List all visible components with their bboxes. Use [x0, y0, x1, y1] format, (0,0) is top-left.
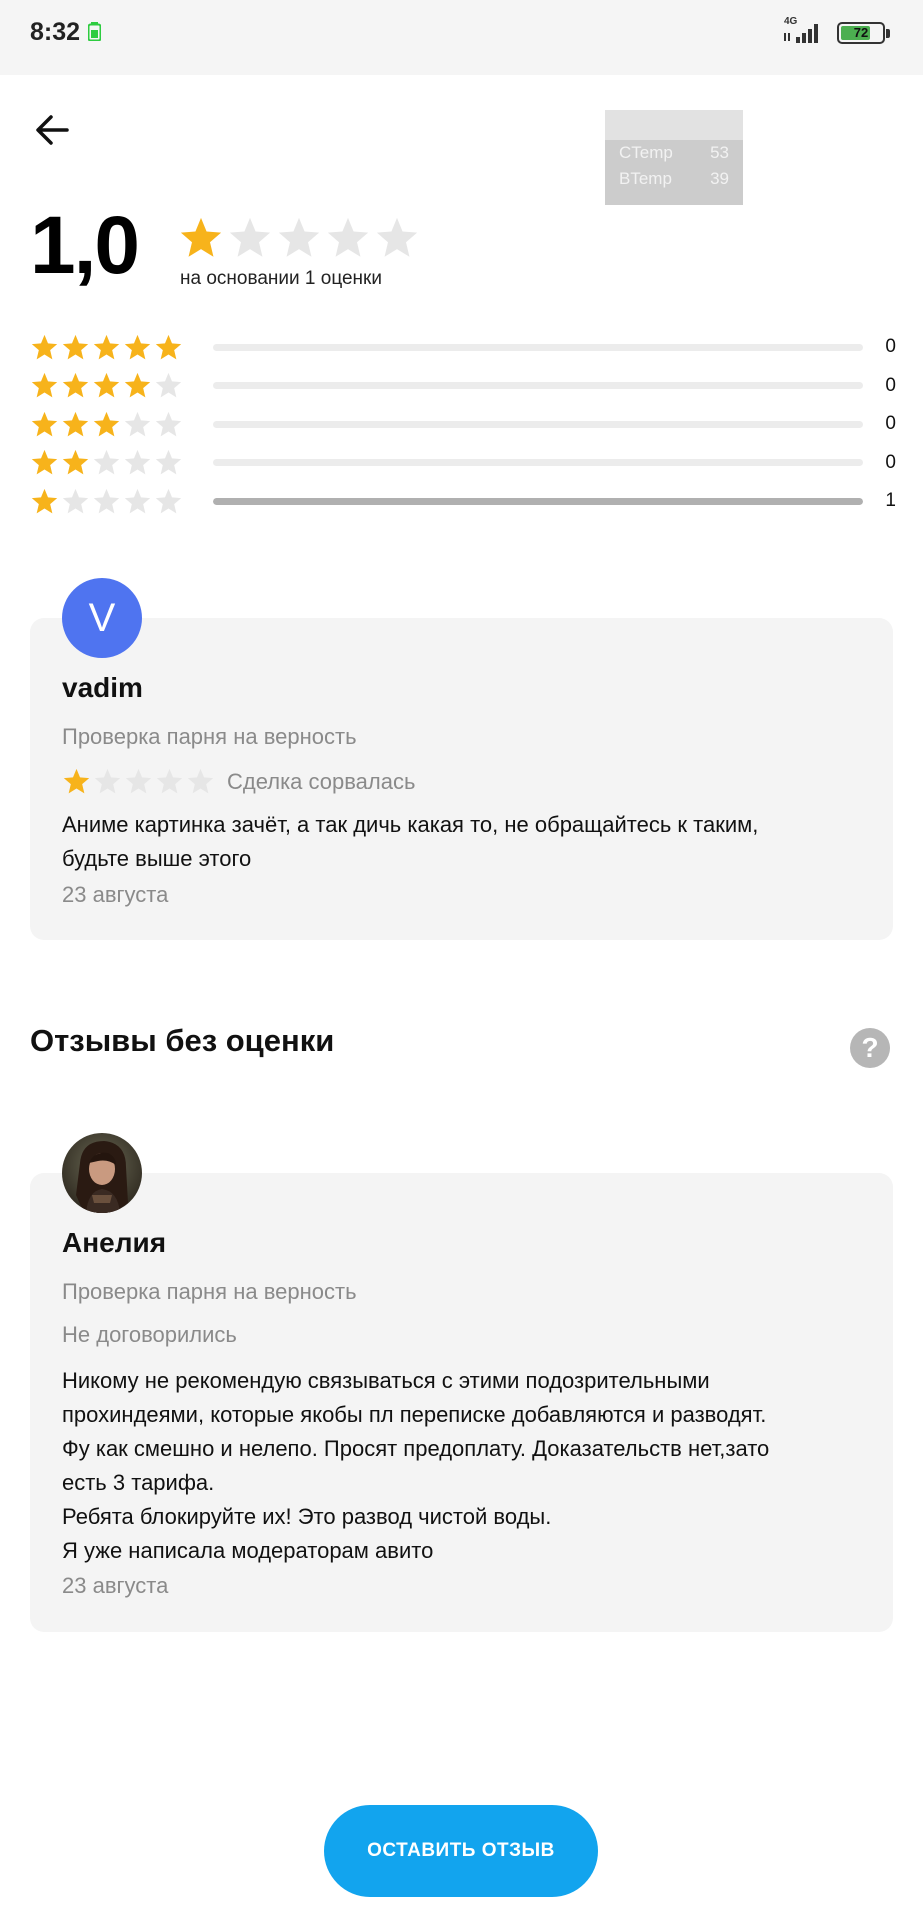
star-empty-icon — [93, 450, 120, 475]
distribution-row: 1 — [30, 482, 896, 521]
distribution-bar — [213, 497, 863, 505]
distribution-row: 0 — [30, 367, 896, 406]
star-empty-icon — [125, 768, 152, 794]
temperature-overlay: CTemp 53 BTemp 39 — [605, 110, 743, 205]
distribution-bar — [213, 420, 863, 428]
temp-label: CTemp — [619, 143, 673, 162]
star-empty-icon — [376, 217, 418, 257]
star-empty-icon — [155, 488, 182, 514]
star-empty-icon — [94, 768, 121, 794]
leave-review-button[interactable]: ОСТАВИТЬ ОТЗЫВ — [324, 1805, 598, 1897]
battery-saver-icon — [88, 22, 101, 41]
avatar[interactable]: V — [62, 578, 142, 658]
star-empty-icon — [93, 488, 120, 514]
star-filled-icon — [62, 373, 89, 398]
star-empty-icon — [156, 768, 183, 794]
temp-value: 53 — [710, 143, 729, 162]
distribution-bar — [213, 459, 863, 467]
star-empty-icon — [278, 217, 320, 257]
distribution-row: 0 — [30, 328, 896, 367]
review-rating-line: Сделка сорвалась — [62, 767, 415, 796]
star-filled-icon — [31, 334, 58, 360]
signal-icon: 4G — [782, 16, 827, 48]
distribution-count: 1 — [885, 490, 896, 512]
star-empty-icon — [187, 768, 214, 794]
star-filled-icon — [31, 411, 58, 437]
star-empty-icon — [124, 450, 151, 475]
star-empty-icon — [155, 373, 182, 398]
distribution-row: 0 — [30, 444, 896, 483]
review-service: Проверка парня на верность — [62, 724, 357, 749]
temp-row: CTemp 53 — [605, 140, 743, 166]
review-status: Не договорились — [62, 1322, 237, 1347]
star-filled-icon — [62, 334, 89, 360]
star-filled-icon — [180, 217, 222, 257]
star-filled-icon — [62, 450, 89, 475]
reviewer-name: vadim — [62, 672, 143, 703]
star-empty-icon — [124, 411, 151, 437]
star-empty-icon — [327, 217, 369, 257]
star-empty-icon — [62, 488, 89, 514]
review-service: Проверка парня на верность — [62, 1279, 357, 1304]
temp-label: BTemp — [619, 169, 672, 188]
star-filled-icon — [93, 373, 120, 398]
distribution-count: 0 — [885, 374, 896, 396]
distribution-bar — [213, 343, 863, 351]
battery-level: 72 — [853, 25, 869, 40]
review-text: Аниме картинка зачёт, а так дичь какая т… — [62, 812, 759, 871]
reviewer-name: Анелия — [62, 1227, 167, 1258]
star-empty-icon — [124, 488, 151, 514]
battery-icon: 72 — [837, 22, 890, 44]
help-button[interactable]: ? — [850, 1028, 890, 1068]
review-date: 23 августа — [62, 1573, 169, 1598]
distribution-count: 0 — [885, 336, 896, 358]
distribution-row: 0 — [30, 405, 896, 444]
distribution-bar — [213, 382, 863, 390]
status-bar: 8:32 4G 72 — [0, 0, 923, 75]
star-filled-icon — [93, 411, 120, 437]
average-rating: 1,0 — [30, 200, 140, 291]
star-filled-icon — [63, 768, 90, 794]
arrow-left-icon — [36, 115, 69, 145]
distribution-stars — [30, 487, 213, 516]
temp-row: BTemp 39 — [605, 166, 743, 192]
distribution-stars — [30, 333, 213, 362]
back-button[interactable] — [30, 108, 74, 152]
star-empty-icon — [155, 411, 182, 437]
review-stars — [62, 767, 215, 796]
star-filled-icon — [155, 334, 182, 360]
question-icon: ? — [861, 1032, 879, 1063]
distribution-count: 0 — [885, 451, 896, 473]
review-text: Никому не рекомендую связываться с этими… — [62, 1368, 770, 1563]
star-empty-icon — [229, 217, 271, 257]
distribution-stars — [30, 371, 213, 400]
star-empty-icon — [155, 450, 182, 475]
star-filled-icon — [62, 411, 89, 437]
distribution-count: 0 — [885, 413, 896, 435]
avatar[interactable] — [62, 1133, 142, 1213]
distribution-stars — [30, 448, 213, 477]
distribution-bar-fill — [213, 497, 863, 505]
star-filled-icon — [124, 373, 151, 398]
summary-stars — [178, 215, 420, 261]
rating-caption: на основании 1 оценки — [180, 268, 382, 289]
star-filled-icon — [31, 450, 58, 475]
temp-value: 39 — [710, 169, 729, 188]
distribution-stars — [30, 410, 213, 439]
star-filled-icon — [124, 334, 151, 360]
rating-distribution: 0 0 0 0 1 — [30, 328, 896, 521]
profile-photo-icon — [62, 1133, 142, 1213]
review-status: Сделка сорвалась — [227, 768, 416, 794]
section-title: Отзывы без оценки — [30, 1023, 335, 1058]
review-date: 23 августа — [62, 882, 169, 907]
star-filled-icon — [31, 373, 58, 398]
status-time: 8:32 — [30, 18, 81, 46]
star-filled-icon — [93, 334, 120, 360]
star-filled-icon — [31, 488, 58, 514]
